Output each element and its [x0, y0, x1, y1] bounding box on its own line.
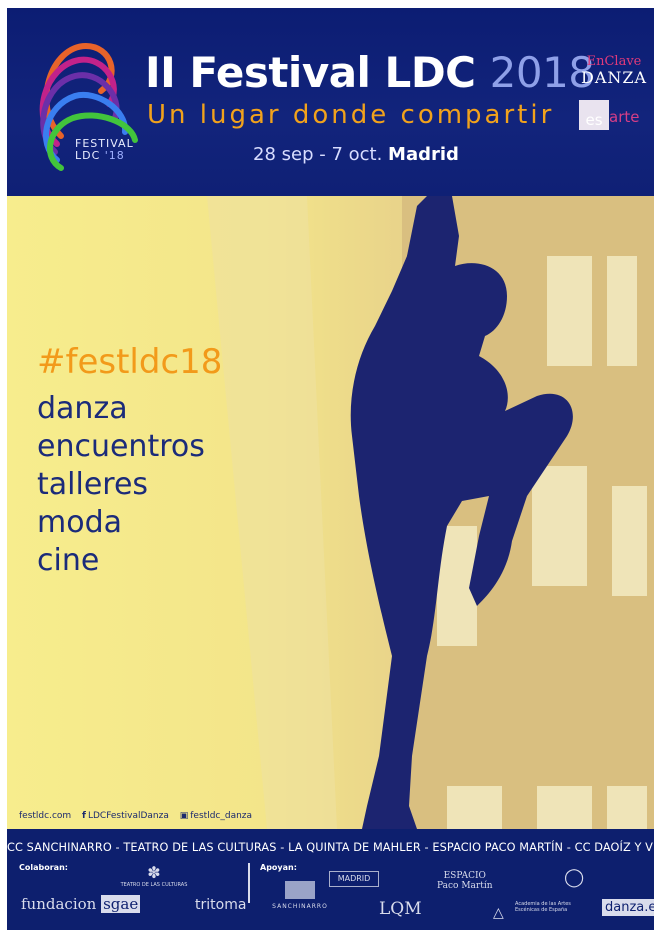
- circle-logo-icon: ◯: [564, 867, 585, 888]
- apoyan-label: Apoyan:: [260, 863, 297, 872]
- event-dates: 28 sep - 7 oct. Madrid: [253, 144, 459, 165]
- hashtag-text: #festldc18: [37, 342, 223, 382]
- festival-poster: FESTIVAL LDC '18 II Festival LDC 2018 Un…: [7, 8, 654, 930]
- window: [607, 256, 637, 366]
- sanchinarro-icon: [285, 881, 315, 899]
- paco-martin-text: Paco Martín: [437, 881, 493, 891]
- event-city: Madrid: [388, 144, 459, 165]
- activity-item: cine: [37, 543, 100, 578]
- fundacion-text: fundacion: [21, 895, 97, 913]
- logo-caption-line2: LDC: [75, 149, 101, 162]
- facebook-icon: f: [82, 811, 86, 821]
- logo-caption: FESTIVAL LDC '18: [75, 138, 134, 162]
- danza-es-logo: danza.es: [602, 899, 654, 916]
- poster-header: FESTIVAL LDC '18 II Festival LDC 2018 Un…: [7, 8, 654, 196]
- academia-logo: Academia de las Artes Escénicas de Españ…: [515, 901, 571, 913]
- teatro-culturas-icon: ✽: [147, 863, 161, 882]
- instagram-link[interactable]: festldc_danza: [190, 811, 252, 821]
- social-links: festldc.com f LDCFestivalDanza ▣ festldc_d…: [19, 811, 260, 821]
- logo-caption-year: '18: [104, 149, 125, 162]
- instagram-icon: ▣: [179, 811, 189, 821]
- tritoma-logo: tritoma: [195, 897, 247, 913]
- colaboran-label: Colaboran:: [19, 863, 68, 872]
- window: [447, 786, 502, 829]
- footer-divider: [248, 863, 250, 903]
- esarte-text: arte: [609, 108, 640, 126]
- teatro-culturas-logo: ✽ TEATRO DE LAS CULTURAS: [119, 863, 189, 888]
- website-link[interactable]: festldc.com: [19, 811, 71, 821]
- wall-shading: [207, 196, 337, 829]
- window: [607, 786, 647, 829]
- lqm-logo: LQM: [379, 899, 422, 919]
- academia-icon: △: [493, 905, 504, 921]
- enclave-danza-logo: EnClave DANZA: [581, 54, 647, 86]
- dancer-photo: #festldc18 danza encuentros talleres mod…: [7, 196, 654, 829]
- sponsors-footer: Colaboran: fundacion sgae ✽ TEATRO DE LA…: [7, 859, 654, 930]
- page-title: II Festival LDC 2018: [145, 48, 595, 97]
- title-text: II Festival LDC: [145, 48, 476, 97]
- venues-strip: CC SANCHINARRO - TEATRO DE LAS CULTURAS …: [7, 841, 654, 854]
- activity-item: danza: [37, 391, 128, 426]
- espacio-text: ESPACIO: [443, 871, 486, 881]
- madrid-logo: MADRID: [329, 871, 379, 887]
- facebook-link[interactable]: LDCFestivalDanza: [88, 811, 169, 821]
- date-range: 28 sep - 7 oct.: [253, 144, 383, 165]
- window: [612, 486, 647, 596]
- esarte-logo: es arte: [579, 100, 653, 132]
- fundacion-sgae-logo: fundacion sgae: [21, 895, 141, 913]
- activity-item: encuentros: [37, 429, 205, 464]
- activity-item: talleres: [37, 467, 149, 502]
- window: [547, 256, 592, 366]
- activities-list: danza encuentros talleres moda cine: [37, 390, 205, 580]
- espacio-paco-martin-logo: ESPACIO Paco Martín: [437, 871, 493, 891]
- teatro-culturas-text: TEATRO DE LAS CULTURAS: [120, 882, 188, 888]
- activity-item: moda: [37, 505, 123, 540]
- sanchinarro-logo: SANCHINARRO: [265, 881, 335, 910]
- sanchinarro-text: SANCHINARRO: [272, 903, 328, 910]
- window: [532, 466, 587, 586]
- window: [537, 786, 592, 829]
- title-year: 2018: [489, 48, 595, 97]
- page-subtitle: Un lugar donde compartir: [147, 100, 555, 130]
- sgae-text: sgae: [101, 895, 141, 913]
- esarte-box: es: [579, 100, 609, 130]
- danza-text: DANZA: [581, 68, 648, 87]
